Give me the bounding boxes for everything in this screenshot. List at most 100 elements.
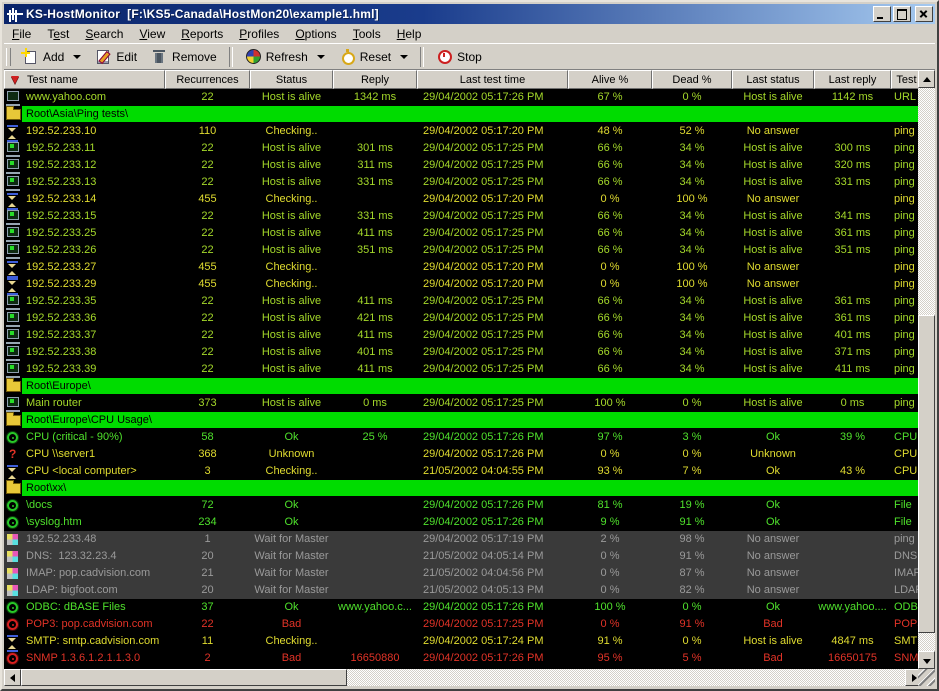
column-header-label: Last status	[746, 74, 799, 86]
table-row[interactable]: 192.52.233.1222Host is alive311 ms29/04/…	[4, 157, 922, 174]
column-header-test-name[interactable]: Test name	[4, 70, 165, 89]
table-row[interactable]: CPU <local computer>3Checking..21/05/200…	[4, 463, 922, 480]
test-list: www.yahoo.com22Host is alive1342 ms29/04…	[4, 89, 922, 669]
table-row[interactable]: DNS: 123.32.23.420Wait for Master21/05/2…	[4, 548, 922, 565]
column-header-last-status[interactable]: Last status	[732, 70, 814, 89]
toolbar-grip[interactable]	[6, 48, 11, 66]
column-header-recurrences[interactable]: Recurrences	[165, 70, 250, 89]
cell-alive-: 0 %	[568, 191, 652, 208]
table-row[interactable]: \syslog.htm234Ok29/04/2002 05:17:26 PM9 …	[4, 514, 922, 531]
cell-reply: 331 ms	[333, 174, 417, 191]
horizontal-scroll-thumb[interactable]	[21, 669, 347, 686]
cell-test-name: 192.52.233.35	[4, 293, 165, 310]
cell-test-name: SNMP 1.3.6.1.2.1.1.3.0	[4, 650, 165, 667]
menu-item-profiles[interactable]: Profiles	[231, 25, 287, 43]
menu-item-reports[interactable]: Reports	[173, 25, 231, 43]
folder-row[interactable]: Root\Asia\Ping tests\	[4, 106, 922, 123]
title-bar[interactable]: KS-HostMonitor [F:\KS5-Canada\HostMon20\…	[4, 4, 935, 24]
chevron-down-icon[interactable]	[400, 55, 408, 59]
cell-alive-: 66 %	[568, 140, 652, 157]
vertical-scrollbar[interactable]	[918, 70, 935, 669]
menu-item-test[interactable]: Test	[39, 25, 77, 43]
column-header-reply[interactable]: Reply	[333, 70, 417, 89]
table-row[interactable]: SNMP 1.3.6.1.2.1.1.3.02Bad1665088029/04/…	[4, 650, 922, 667]
reset-button[interactable]: Reset	[332, 45, 415, 69]
chevron-down-icon[interactable]	[317, 55, 325, 59]
vertical-scroll-thumb[interactable]	[918, 315, 935, 633]
menu-item-search[interactable]: Search	[77, 25, 131, 43]
cell-test-name: CPU <local computer>	[4, 463, 165, 480]
table-row[interactable]: Main router373Host is alive0 ms29/04/200…	[4, 395, 922, 412]
left-arrow-icon	[10, 674, 15, 682]
table-row[interactable]: 192.52.233.1322Host is alive331 ms29/04/…	[4, 174, 922, 191]
edit-button[interactable]: Edit	[88, 45, 144, 69]
cell-recurrences: 1	[165, 531, 250, 548]
table-row[interactable]: ODBC: dBASE Files37Okwww.yahoo.c...29/04…	[4, 599, 922, 616]
cell-dead-: 100 %	[652, 276, 732, 293]
column-header-alive-[interactable]: Alive %	[568, 70, 652, 89]
cell-status: Host is alive	[250, 395, 333, 412]
table-row[interactable]: CPU \\server1368Unknown29/04/2002 05:17:…	[4, 446, 922, 463]
table-row[interactable]: 192.52.233.1522Host is alive331 ms29/04/…	[4, 208, 922, 225]
table-row[interactable]: 192.52.233.3922Host is alive411 ms29/04/…	[4, 361, 922, 378]
table-row[interactable]: 192.52.233.14455Checking..29/04/2002 05:…	[4, 191, 922, 208]
table-row[interactable]: 192.52.233.3522Host is alive411 ms29/04/…	[4, 293, 922, 310]
menu-item-help[interactable]: Help	[389, 25, 430, 43]
refresh-button[interactable]: Refresh	[238, 45, 332, 69]
cell-dead-: 0 %	[652, 395, 732, 412]
column-header-dead-[interactable]: Dead %	[652, 70, 732, 89]
column-header-status[interactable]: Status	[250, 70, 333, 89]
table-row[interactable]: 192.52.233.2522Host is alive411 ms29/04/…	[4, 225, 922, 242]
cell-last-reply	[814, 548, 891, 565]
column-header-last-test-time[interactable]: Last test time	[417, 70, 568, 89]
menu-item-view[interactable]: View	[131, 25, 173, 43]
folder-row[interactable]: Root\Europe\	[4, 378, 922, 395]
table-row[interactable]: LDAP: bigfoot.com20Wait for Master21/05/…	[4, 582, 922, 599]
cell-status: Host is alive	[250, 208, 333, 225]
scroll-up-button[interactable]	[918, 70, 935, 88]
table-row[interactable]: 192.52.233.27455Checking..29/04/2002 05:…	[4, 259, 922, 276]
table-row[interactable]: 192.52.233.3722Host is alive411 ms29/04/…	[4, 327, 922, 344]
folder-row[interactable]: Root\Europe\CPU Usage\	[4, 412, 922, 429]
menu-item-tools[interactable]: Tools	[345, 25, 389, 43]
add-button[interactable]: Add	[15, 45, 88, 69]
table-row[interactable]: POP3: pop.cadvision.com22Bad29/04/2002 0…	[4, 616, 922, 633]
table-row[interactable]: 192.52.233.3822Host is alive401 ms29/04/…	[4, 344, 922, 361]
cell-alive-: 0 %	[568, 276, 652, 293]
table-row[interactable]: \docs72Ok29/04/2002 05:17:26 PM81 %19 %O…	[4, 497, 922, 514]
horizontal-scrollbar[interactable]	[4, 669, 922, 686]
table-row[interactable]: 192.52.233.1122Host is alive301 ms29/04/…	[4, 140, 922, 157]
stop-button[interactable]: Stop	[429, 45, 489, 69]
cell-last-status: No answer	[732, 531, 814, 548]
scroll-left-button[interactable]	[4, 669, 21, 686]
gear-green-icon	[7, 432, 18, 443]
maximize-button[interactable]	[893, 6, 911, 22]
table-row[interactable]: 192.52.233.10110Checking..29/04/2002 05:…	[4, 123, 922, 140]
folder-open-icon	[6, 483, 21, 494]
table-row[interactable]: 192.52.233.481Wait for Master29/04/2002 …	[4, 531, 922, 548]
table-row[interactable]: 192.52.233.2622Host is alive351 ms29/04/…	[4, 242, 922, 259]
minimize-button[interactable]	[873, 6, 891, 22]
table-row[interactable]: CPU (critical - 90%)58Ok25 %29/04/2002 0…	[4, 429, 922, 446]
table-row[interactable]: IMAP: pop.cadvision.com21Wait for Master…	[4, 565, 922, 582]
cell-alive-: 0 %	[568, 616, 652, 633]
close-button[interactable]	[915, 6, 933, 22]
resize-grip[interactable]	[918, 669, 935, 686]
table-row[interactable]: 192.52.233.3622Host is alive421 ms29/04/…	[4, 310, 922, 327]
cell-dead-: 91 %	[652, 548, 732, 565]
chevron-down-icon[interactable]	[73, 55, 81, 59]
scroll-down-button[interactable]	[918, 651, 935, 669]
table-row[interactable]: www.yahoo.com22Host is alive1342 ms29/04…	[4, 89, 922, 106]
cell-dead-: 3 %	[652, 429, 732, 446]
column-header-last-reply[interactable]: Last reply	[814, 70, 891, 89]
folder-row[interactable]: Root\xx\	[4, 480, 922, 497]
table-row[interactable]: 192.52.233.29455Checking..29/04/2002 05:…	[4, 276, 922, 293]
cell-reply	[333, 123, 417, 140]
menu-item-file[interactable]: File	[4, 25, 39, 43]
cell-last-test-time: 29/04/2002 05:17:25 PM	[417, 361, 568, 378]
table-row[interactable]: SMTP: smtp.cadvision.com11Checking..29/0…	[4, 633, 922, 650]
cell-test-name: CPU \\server1	[4, 446, 165, 463]
menu-item-options[interactable]: Options	[287, 25, 344, 43]
cell-dead-: 34 %	[652, 310, 732, 327]
remove-button[interactable]: Remove	[144, 45, 224, 69]
